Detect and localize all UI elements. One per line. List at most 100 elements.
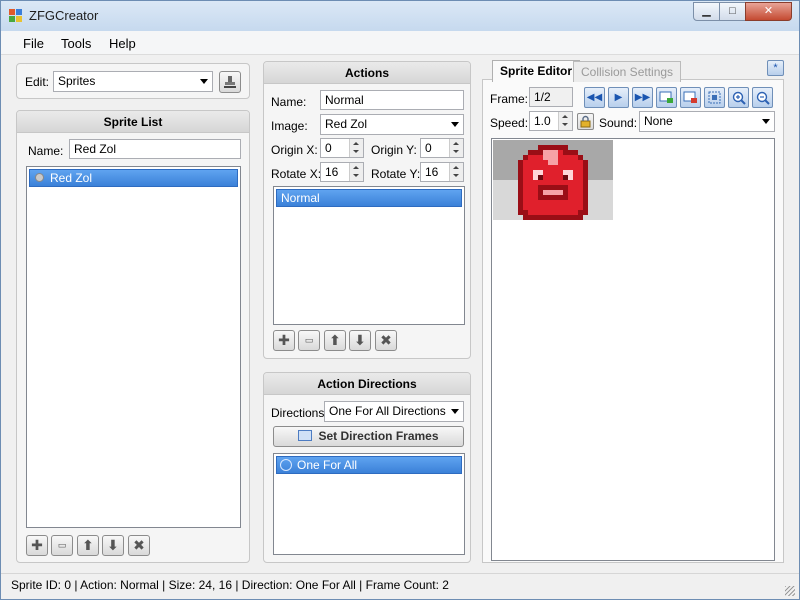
- last-frame-button[interactable]: ▶▶: [632, 87, 653, 108]
- rename-sprite-button[interactable]: ▭: [51, 535, 73, 556]
- sound-select[interactable]: None: [639, 111, 775, 132]
- tab-collision-settings[interactable]: Collision Settings: [573, 61, 682, 82]
- tab-sprite-editor[interactable]: Sprite Editor: [492, 60, 581, 82]
- stepper-arrows-icon[interactable]: [449, 163, 463, 181]
- stepper-arrows-icon[interactable]: [349, 163, 363, 181]
- move-action-up-button[interactable]: ⬆: [324, 330, 346, 351]
- speed-label: Speed:: [490, 116, 529, 130]
- status-bar: Sprite ID: 0 | Action: Normal | Size: 24…: [1, 573, 799, 599]
- directions-panel: Action Directions Directions: One For Al…: [263, 372, 471, 563]
- title-bar[interactable]: ZFGCreator ▁ □ ✕: [1, 1, 799, 31]
- add-frame-button[interactable]: [656, 87, 677, 108]
- stepper-arrows-icon[interactable]: [449, 139, 463, 157]
- arrow-up-icon: ⬆: [329, 332, 341, 348]
- frame-label: Frame:: [490, 92, 529, 106]
- lock-icon: [580, 115, 591, 128]
- origin-y-stepper[interactable]: 0: [420, 138, 464, 158]
- move-sprite-up-button[interactable]: ⬆: [77, 535, 99, 556]
- stamp-icon: [224, 76, 236, 88]
- stamp-button[interactable]: [219, 71, 241, 93]
- image-select[interactable]: Red Zol: [320, 114, 464, 135]
- resize-grip-icon[interactable]: [785, 586, 795, 596]
- menu-file[interactable]: File: [23, 36, 44, 51]
- status-text: Sprite ID: 0 | Action: Normal | Size: 24…: [11, 578, 449, 592]
- sprite-name-label: Name:: [28, 144, 64, 158]
- sprite-list[interactable]: Red Zol: [26, 166, 241, 528]
- image-select-value: Red Zol: [325, 117, 368, 131]
- menu-help[interactable]: Help: [109, 36, 136, 51]
- add-frame-icon: [659, 91, 673, 103]
- actions-panel: Actions Name: Normal Image: Red Zol Orig…: [263, 61, 471, 359]
- app-window: ZFGCreator ▁ □ ✕ File Tools Help Edit: S…: [0, 0, 800, 600]
- directions-list-item-label: One For All: [297, 458, 358, 472]
- speed-stepper[interactable]: 1.0: [529, 111, 573, 131]
- plus-icon: ✚: [278, 332, 290, 348]
- arrow-down-icon: ⬇: [107, 537, 119, 553]
- play-button[interactable]: ▶: [608, 87, 629, 108]
- menu-tools[interactable]: Tools: [61, 36, 91, 51]
- stepper-arrows-icon[interactable]: [349, 139, 363, 157]
- sound-label: Sound:: [599, 116, 638, 130]
- set-direction-frames-button[interactable]: Set Direction Frames: [273, 426, 464, 447]
- close-button[interactable]: ✕: [745, 2, 792, 21]
- set-direction-frames-label: Set Direction Frames: [318, 429, 439, 443]
- frames-icon: [298, 430, 313, 441]
- delete-action-button[interactable]: ✖: [375, 330, 397, 351]
- remove-frame-button[interactable]: [680, 87, 701, 108]
- zoom-out-button[interactable]: [752, 87, 773, 108]
- delete-icon: ✖: [380, 332, 392, 348]
- sprite-dot-icon: [35, 173, 44, 182]
- add-action-button[interactable]: ✚: [273, 330, 295, 351]
- rotate-x-stepper[interactable]: 16: [320, 162, 364, 182]
- fast-forward-icon: ▶▶: [634, 92, 651, 103]
- directions-label: Directions:: [271, 406, 328, 420]
- rotate-x-label: Rotate X:: [271, 167, 322, 181]
- sprite-list-item[interactable]: Red Zol: [29, 169, 238, 187]
- rotate-y-label: Rotate Y:: [371, 167, 421, 181]
- chevron-down-icon: [200, 79, 208, 84]
- origin-y-label: Origin Y:: [371, 143, 417, 157]
- directions-list[interactable]: One For All: [273, 453, 465, 555]
- stepper-arrows-icon[interactable]: [558, 112, 572, 130]
- image-label: Image:: [271, 119, 308, 133]
- direction-icon: [280, 459, 292, 471]
- action-name-input[interactable]: Normal: [320, 90, 464, 110]
- minimize-button[interactable]: ▁: [693, 2, 720, 21]
- app-icon: [9, 9, 23, 23]
- action-list[interactable]: Normal: [273, 186, 465, 325]
- window-title: ZFGCreator: [29, 8, 99, 23]
- origin-x-label: Origin X:: [271, 143, 318, 157]
- red-zol-sprite: [493, 140, 613, 220]
- delete-sprite-button[interactable]: ✖: [128, 535, 150, 556]
- directions-list-item[interactable]: One For All: [276, 456, 462, 474]
- origin-x-stepper[interactable]: 0: [320, 138, 364, 158]
- actions-header: Actions: [264, 62, 470, 84]
- directions-select[interactable]: One For All Directions: [324, 401, 464, 422]
- edit-select-value: Sprites: [58, 74, 96, 88]
- zoom-out-icon: [756, 91, 770, 105]
- move-action-down-button[interactable]: ⬇: [349, 330, 371, 351]
- zoom-in-button[interactable]: [728, 87, 749, 108]
- sprite-list-panel: Sprite List Name: Red Zol Red Zol ✚ ▭ ⬆ …: [16, 110, 250, 563]
- maximize-button[interactable]: □: [719, 2, 746, 21]
- directions-select-value: One For All Directions: [329, 404, 446, 418]
- apply-speed-button[interactable]: [577, 113, 594, 130]
- sound-select-value: None: [644, 114, 673, 128]
- first-frame-button[interactable]: ◀◀: [584, 87, 605, 108]
- frame-value: 1/2: [529, 87, 573, 107]
- sprite-name-input[interactable]: Red Zol: [69, 139, 241, 159]
- speed-value: 1.0: [534, 114, 551, 128]
- rename-action-button[interactable]: ▭: [298, 330, 320, 351]
- rotate-x-value: 16: [325, 165, 339, 179]
- rotate-y-stepper[interactable]: 16: [420, 162, 464, 182]
- add-sprite-button[interactable]: ✚: [26, 535, 48, 556]
- move-sprite-down-button[interactable]: ⬇: [102, 535, 124, 556]
- action-list-item[interactable]: Normal: [276, 189, 462, 207]
- pin-button[interactable]: *: [767, 60, 784, 76]
- edit-select[interactable]: Sprites: [53, 71, 213, 92]
- action-name-label: Name:: [271, 95, 307, 109]
- play-icon: ▶: [614, 92, 623, 103]
- grid-button[interactable]: [704, 87, 725, 108]
- sprite-canvas[interactable]: [491, 138, 775, 561]
- remove-frame-icon: [683, 91, 697, 103]
